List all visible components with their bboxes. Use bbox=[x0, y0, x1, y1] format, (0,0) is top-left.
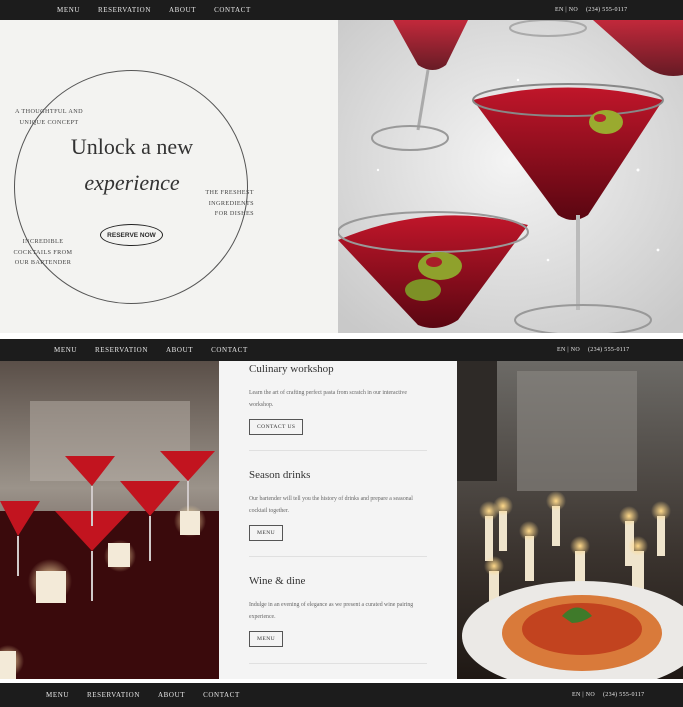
service-season-drinks: Season drinks Our bartender will tell yo… bbox=[249, 469, 429, 541]
nav-about-link[interactable]: ABOUT bbox=[169, 6, 196, 14]
reserve-now-button[interactable]: RESERVE NOW bbox=[100, 224, 163, 246]
pasta-candles-image bbox=[457, 361, 683, 679]
language-switch[interactable]: EN | NO bbox=[572, 692, 595, 698]
services-navbar: MENU RESERVATION ABOUT CONTACT EN | NO (… bbox=[0, 339, 683, 361]
concept-caption: A THOUGHTFUL AND UNIQUE CONCEPT bbox=[15, 108, 83, 126]
nav-links: MENU RESERVATION ABOUT CONTACT bbox=[54, 339, 248, 361]
menu-button[interactable]: MENU bbox=[249, 525, 284, 541]
service-culinary-workshop: Culinary workshop Learn the art of craft… bbox=[249, 363, 429, 435]
nav-reservation-link[interactable]: RESERVATION bbox=[98, 6, 151, 14]
nav-contact-link[interactable]: CONTACT bbox=[214, 6, 251, 14]
menu-button[interactable]: MENU bbox=[249, 631, 284, 647]
service-description: Learn the art of crafting perfect pasta … bbox=[249, 390, 407, 408]
service-wine-dine: Wine & dine Indulge in an evening of ele… bbox=[249, 575, 429, 647]
cocktails-candles-image bbox=[0, 361, 219, 679]
nav-reservation-link[interactable]: RESERVATION bbox=[95, 346, 148, 354]
ingredients-caption: THE FRESHEST INGREDIENTS FOR DISHES bbox=[205, 189, 254, 217]
nav-menu-link[interactable]: MENU bbox=[57, 6, 80, 14]
nav-about-link[interactable]: ABOUT bbox=[158, 691, 185, 699]
nav-contact-link[interactable]: CONTACT bbox=[211, 346, 248, 354]
nav-menu-link[interactable]: MENU bbox=[54, 346, 77, 354]
hero-title-line1: Unlock a new bbox=[70, 134, 194, 159]
service-divider bbox=[249, 450, 427, 451]
service-title: Wine & dine bbox=[249, 575, 306, 587]
top-navbar: MENU RESERVATION ABOUT CONTACT EN | NO (… bbox=[0, 0, 683, 20]
phone-number[interactable]: (234) 555-0117 bbox=[603, 692, 644, 698]
nav-reservation-link[interactable]: RESERVATION bbox=[87, 691, 140, 699]
contact-us-button[interactable]: CONTACT US bbox=[249, 419, 304, 435]
nav-right: EN | NO (234) 555-0117 bbox=[572, 683, 644, 707]
service-divider bbox=[249, 556, 427, 557]
phone-number[interactable]: (234) 555-0117 bbox=[588, 347, 629, 353]
language-switch[interactable]: EN | NO bbox=[557, 347, 580, 353]
phone-number[interactable]: (234) 555-0117 bbox=[586, 7, 627, 13]
nav-right: EN | NO (234) 555-0117 bbox=[555, 0, 627, 20]
nav-about-link[interactable]: ABOUT bbox=[166, 346, 193, 354]
service-title: Culinary workshop bbox=[249, 363, 334, 375]
nav-links: MENU RESERVATION ABOUT CONTACT bbox=[57, 0, 251, 20]
nav-right: EN | NO (234) 555-0117 bbox=[557, 339, 629, 361]
services-panel: Culinary workshop Learn the art of craft… bbox=[219, 361, 457, 679]
service-divider bbox=[249, 663, 427, 664]
martini-glasses-image bbox=[338, 20, 683, 333]
nav-links: MENU RESERVATION ABOUT CONTACT bbox=[46, 683, 240, 707]
service-description: Our bartender will tell you the history … bbox=[249, 496, 413, 514]
nav-contact-link[interactable]: CONTACT bbox=[203, 691, 240, 699]
service-title: Season drinks bbox=[249, 469, 311, 481]
language-switch[interactable]: EN | NO bbox=[555, 7, 578, 13]
service-description: Indulge in an evening of elegance as we … bbox=[249, 602, 414, 620]
bottom-navbar: MENU RESERVATION ABOUT CONTACT EN | NO (… bbox=[0, 683, 683, 707]
nav-menu-link[interactable]: MENU bbox=[46, 691, 69, 699]
cocktails-caption: INCREDIBLE COCKTAILS FROM OUR BARTENDER bbox=[13, 238, 73, 266]
